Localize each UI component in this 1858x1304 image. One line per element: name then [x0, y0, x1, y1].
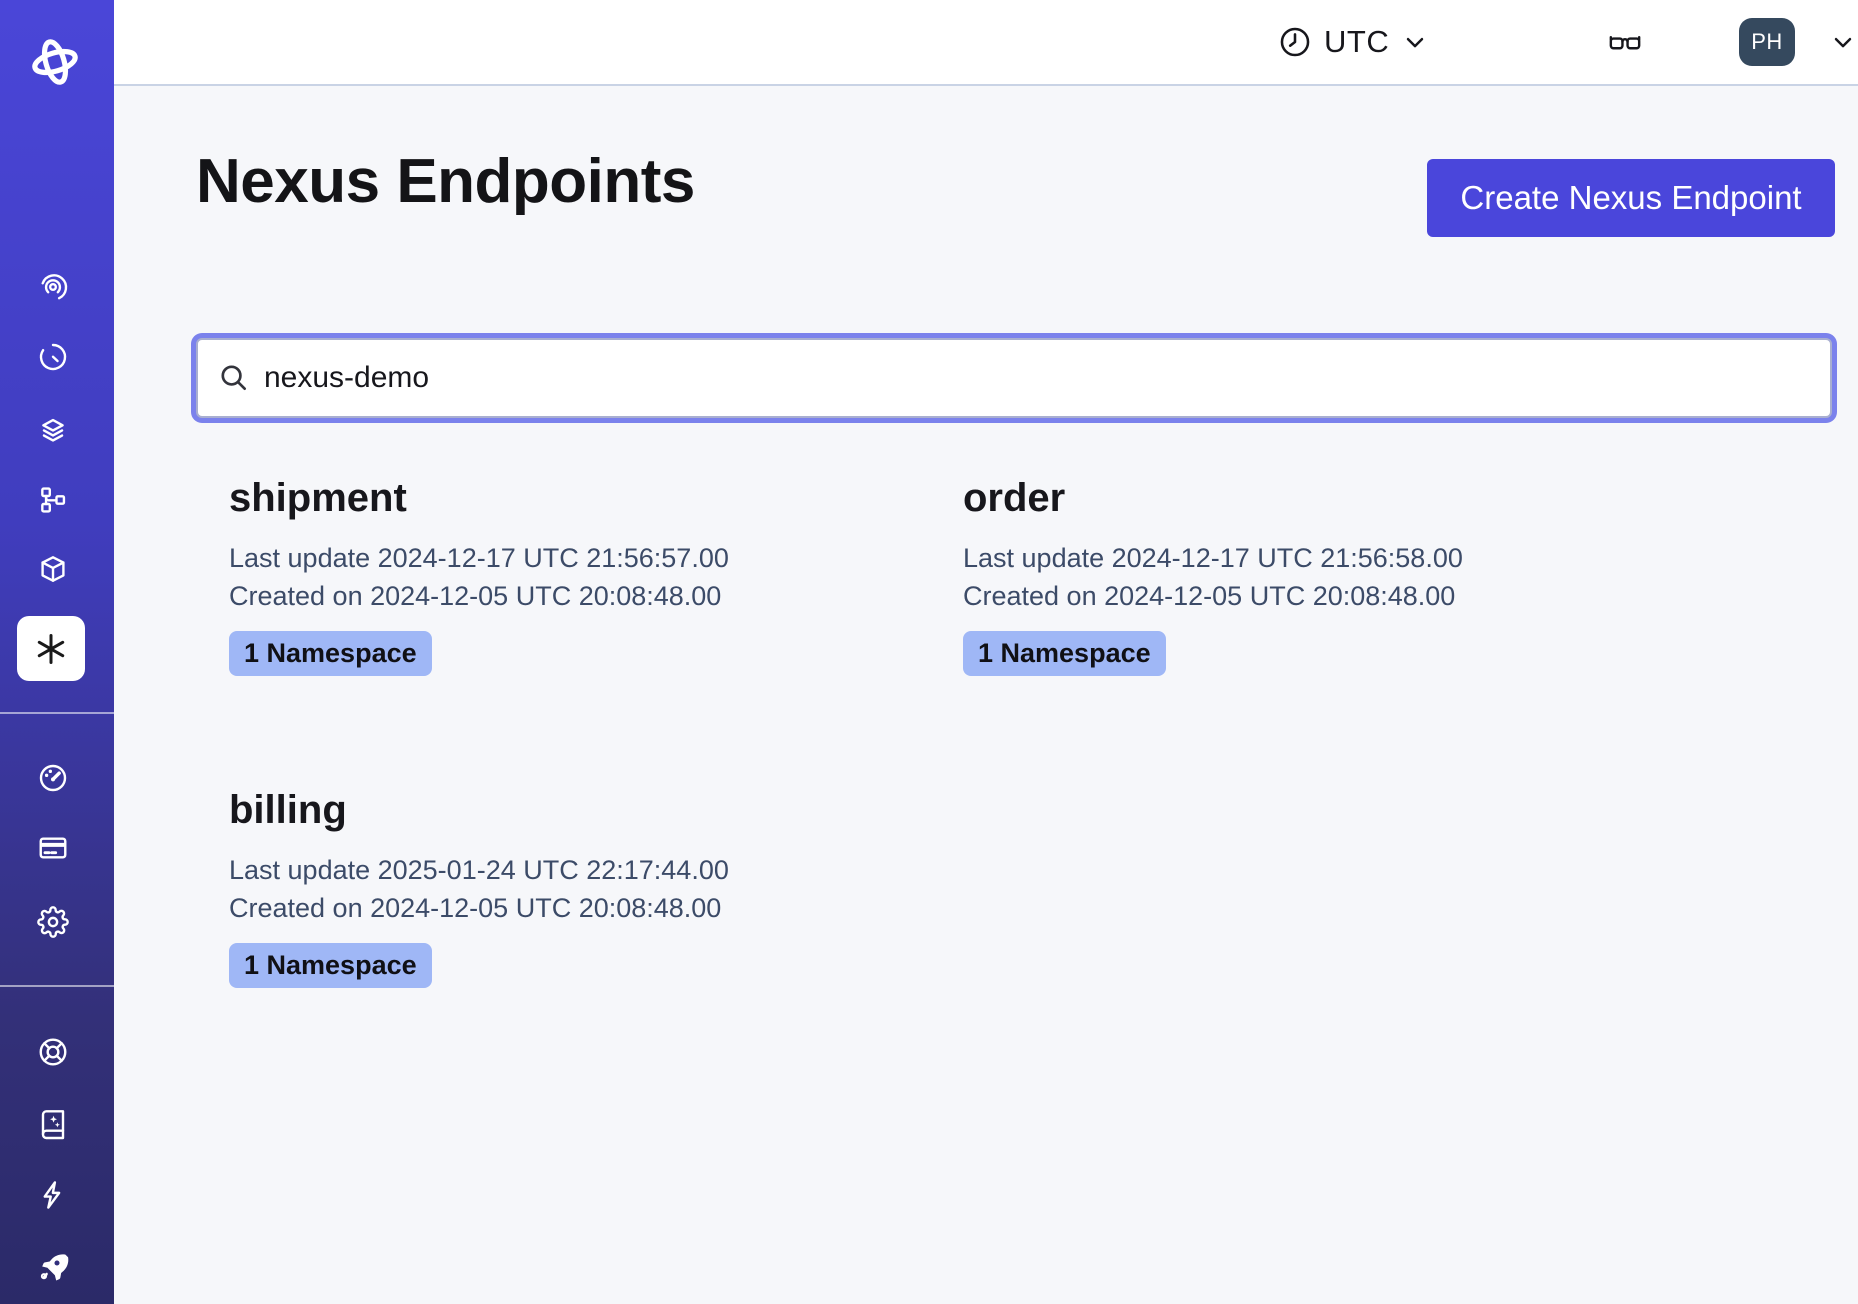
book-sparkles-icon[interactable] — [37, 1108, 69, 1140]
page-title: Nexus Endpoints — [196, 146, 695, 217]
timer-clock-icon[interactable] — [37, 341, 69, 373]
layers-icon[interactable] — [37, 415, 69, 447]
create-nexus-endpoint-button[interactable]: Create Nexus Endpoint — [1427, 159, 1835, 237]
main-content: Nexus Endpoints Create Nexus Endpoint sh… — [114, 88, 1858, 1304]
endpoint-last-update: Last update 2024-12-17 UTC 21:56:57.00 — [229, 539, 930, 577]
tree-nodes-icon[interactable] — [37, 484, 69, 516]
nexus-asterisk-icon[interactable] — [17, 616, 85, 681]
endpoint-name[interactable]: order — [963, 476, 1664, 521]
endpoint-card[interactable]: billing Last update 2025-01-24 UTC 22:17… — [196, 788, 930, 988]
rocket-icon[interactable] — [37, 1251, 69, 1283]
endpoint-last-update: Last update 2025-01-24 UTC 22:17:44.00 — [229, 851, 930, 889]
endpoint-card[interactable]: order Last update 2024-12-17 UTC 21:56:5… — [930, 476, 1664, 676]
endpoint-card[interactable]: shipment Last update 2024-12-17 UTC 21:5… — [196, 476, 930, 676]
clock-icon — [1278, 25, 1312, 59]
timezone-selector[interactable]: UTC — [1278, 0, 1429, 84]
topbar: UTC PH — [114, 0, 1858, 86]
endpoint-last-update: Last update 2024-12-17 UTC 21:56:58.00 — [963, 539, 1664, 577]
namespace-badge: 1 Namespace — [229, 631, 432, 676]
sidebar-divider — [0, 985, 114, 987]
sidebar-divider — [0, 712, 114, 714]
search-box[interactable] — [196, 338, 1832, 418]
endpoint-created: Created on 2024-12-05 UTC 20:08:48.00 — [229, 577, 930, 615]
timezone-label: UTC — [1324, 24, 1389, 60]
glasses-toggle[interactable] — [1606, 0, 1644, 84]
avatar[interactable]: PH — [1739, 18, 1795, 66]
temporal-logo-icon[interactable] — [27, 36, 83, 88]
namespace-badge: 1 Namespace — [229, 943, 432, 988]
endpoint-created: Created on 2024-12-05 UTC 20:08:48.00 — [229, 889, 930, 927]
namespace-badge: 1 Namespace — [963, 631, 1166, 676]
credit-card-icon[interactable] — [37, 832, 69, 864]
lifebuoy-icon[interactable] — [37, 1036, 69, 1068]
chevron-down-icon — [1829, 28, 1857, 56]
lightning-icon[interactable] — [37, 1179, 69, 1211]
sidebar — [0, 0, 114, 1304]
endpoint-name[interactable]: billing — [229, 788, 930, 833]
endpoint-name[interactable]: shipment — [229, 476, 930, 521]
endpoint-created: Created on 2024-12-05 UTC 20:08:48.00 — [963, 577, 1664, 615]
search-icon — [218, 362, 250, 394]
gear-icon[interactable] — [37, 906, 69, 938]
iris-icon[interactable] — [37, 271, 69, 303]
search-input[interactable] — [264, 348, 1810, 408]
endpoint-list: shipment Last update 2024-12-17 UTC 21:5… — [196, 476, 1832, 988]
chevron-down-icon — [1401, 28, 1429, 56]
gauge-icon[interactable] — [37, 762, 69, 794]
glasses-icon — [1606, 25, 1644, 59]
cube-icon[interactable] — [37, 553, 69, 585]
account-menu[interactable]: PH — [1739, 0, 1857, 84]
